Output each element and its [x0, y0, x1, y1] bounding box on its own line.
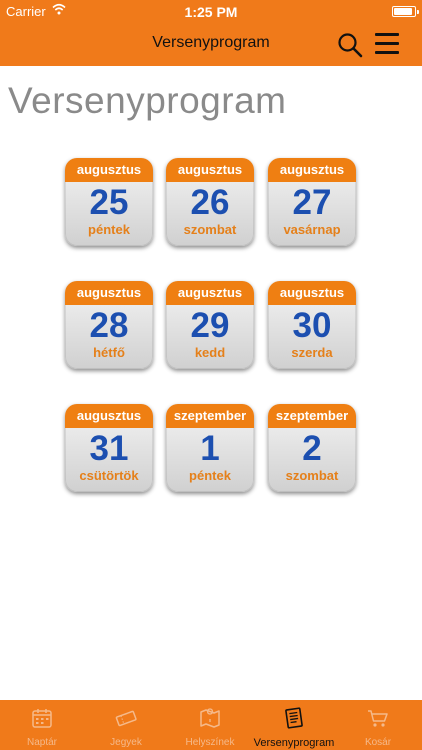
day-month: augusztus: [166, 281, 254, 305]
tab-label: Naptár: [26, 737, 57, 748]
day-number: 26: [190, 183, 230, 222]
tab-label: Helyszínek: [185, 737, 235, 748]
status-bar: Carrier 1:25 PM: [0, 0, 422, 22]
app-header: Carrier 1:25 PM Versenyprogram: [0, 0, 422, 66]
day-weekday: péntek: [88, 222, 130, 237]
day-card-aug-26[interactable]: augusztus 26 szombat: [166, 158, 254, 246]
day-number: 1: [200, 429, 220, 468]
page-title: Versenyprogram: [8, 80, 287, 121]
calendar-icon: [32, 709, 52, 728]
menu-line: [375, 51, 399, 54]
program-icon: [285, 707, 303, 729]
day-month: augusztus: [166, 158, 254, 182]
day-month: augusztus: [65, 158, 153, 182]
day-month: augusztus: [65, 281, 153, 305]
day-card-aug-27[interactable]: augusztus 27 vasárnap: [268, 158, 356, 246]
day-card-sep-2[interactable]: szeptember 2 szombat: [268, 404, 356, 492]
day-number: 29: [190, 306, 230, 345]
tab-jegyek[interactable]: Jegyek: [84, 700, 168, 750]
day-month: augusztus: [268, 281, 356, 305]
tab-helyszinek[interactable]: Helyszínek: [168, 700, 252, 750]
day-weekday: péntek: [189, 468, 231, 483]
day-number: 27: [292, 183, 332, 222]
day-month: szeptember: [166, 404, 254, 428]
tab-label: Versenyprogram: [253, 737, 335, 749]
day-weekday: szerda: [291, 345, 333, 360]
map-icon: [200, 708, 220, 728]
ticket-icon: [115, 710, 137, 727]
cart-icon: [368, 710, 388, 727]
tab-kosar[interactable]: Kosár: [336, 700, 420, 750]
tab-bar: Naptár Jegyek Helyszínek Versenyprogram: [0, 700, 422, 750]
day-card-aug-31[interactable]: augusztus 31 csütörtök: [65, 404, 153, 492]
status-time: 1:25 PM: [184, 4, 238, 20]
day-card-aug-25[interactable]: augusztus 25 péntek: [65, 158, 153, 246]
day-weekday: vasárnap: [283, 222, 341, 237]
battery-icon: [392, 6, 419, 17]
menu-icon[interactable]: [375, 33, 399, 55]
day-card-sep-1[interactable]: szeptember 1 péntek: [166, 404, 254, 492]
day-card-aug-29[interactable]: augusztus 29 kedd: [166, 281, 254, 369]
tab-label: Jegyek: [110, 737, 142, 748]
day-month: augusztus: [268, 158, 356, 182]
day-number: 30: [292, 306, 332, 345]
day-month: szeptember: [268, 404, 356, 428]
day-weekday: hétfő: [93, 345, 125, 360]
day-month: augusztus: [65, 404, 153, 428]
day-number: 28: [89, 306, 129, 345]
day-number: 25: [89, 183, 129, 222]
search-icon[interactable]: [337, 32, 363, 58]
day-number: 2: [302, 429, 322, 468]
tab-versenyprogram[interactable]: Versenyprogram: [252, 700, 336, 750]
day-card-aug-30[interactable]: augusztus 30 szerda: [268, 281, 356, 369]
menu-line: [375, 33, 399, 36]
day-number: 31: [89, 429, 129, 468]
day-weekday: csütörtök: [79, 468, 139, 483]
tab-naptar[interactable]: Naptár: [0, 700, 84, 750]
day-weekday: kedd: [194, 345, 226, 360]
day-weekday: szombat: [285, 468, 339, 483]
day-card-aug-28[interactable]: augusztus 28 hétfő: [65, 281, 153, 369]
tab-label: Kosár: [364, 737, 392, 748]
day-weekday: szombat: [183, 222, 237, 237]
menu-line: [375, 42, 399, 45]
